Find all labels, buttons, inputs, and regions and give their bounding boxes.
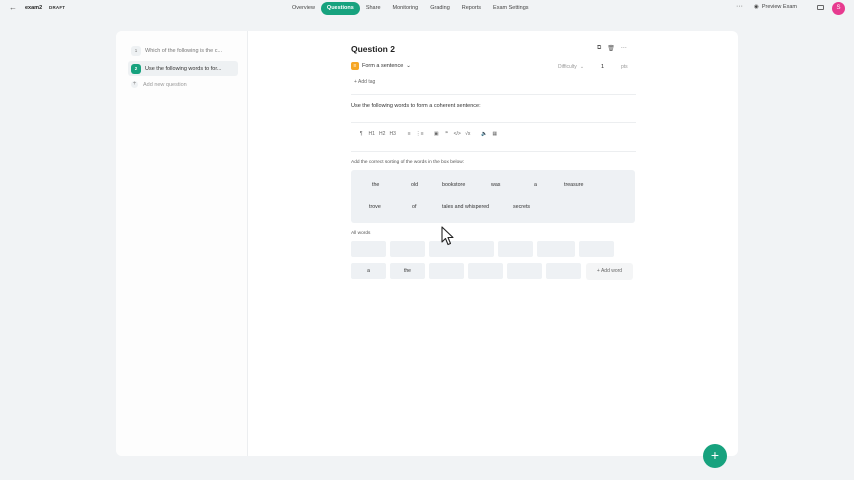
sidebar-question-2[interactable]: 2 Use the following words to for...	[128, 61, 238, 76]
add-word-button[interactable]: + Add word	[586, 263, 633, 280]
h2-icon[interactable]: H2	[377, 131, 388, 137]
points-unit: pts	[621, 64, 628, 70]
divider	[351, 94, 636, 95]
points-input[interactable]: 1	[601, 64, 604, 70]
word-chip[interactable]	[351, 241, 386, 257]
status-badge: DRAFT	[49, 5, 66, 10]
sorted-word[interactable]: treasure	[564, 182, 583, 188]
question-editor-card: 1 Which of the following is the c... 2 U…	[116, 31, 738, 456]
word-chip[interactable]: the	[390, 263, 425, 279]
question-title: Question 2	[351, 44, 395, 54]
difficulty-select[interactable]: Difficulty ⌄	[558, 64, 584, 70]
tab-monitoring[interactable]: Monitoring	[387, 2, 425, 15]
question-number: 1	[131, 45, 141, 56]
sorted-word[interactable]: bookstore	[442, 182, 465, 188]
word-chip[interactable]	[507, 263, 542, 279]
main-nav: Overview Questions Share Monitoring Grad…	[286, 2, 535, 15]
tab-reports[interactable]: Reports	[456, 2, 487, 15]
word-chip[interactable]: a	[351, 263, 386, 279]
sidebar-question-1[interactable]: 1 Which of the following is the c...	[128, 43, 238, 58]
word-chip[interactable]	[546, 263, 581, 279]
arrow-left-icon[interactable]: ←	[9, 3, 19, 13]
top-bar: ← exam2 DRAFT Overview Questions Share M…	[0, 0, 854, 17]
mouse-cursor-icon	[441, 226, 454, 246]
word-chip[interactable]	[429, 241, 494, 257]
text-icon[interactable]: ¶	[356, 131, 367, 137]
preview-label: Preview Exam	[761, 4, 797, 10]
tab-grading[interactable]: Grading	[424, 2, 456, 15]
preview-exam-button[interactable]: ◉ Preview Exam	[754, 4, 797, 10]
divider	[351, 122, 636, 123]
question-actions: ⧉ 🗑 ···	[597, 45, 627, 52]
sort-instructions: Add the correct sorting of the words in …	[351, 160, 465, 165]
word-chip[interactable]	[498, 241, 533, 257]
add-question-button[interactable]: + Add new question	[131, 81, 187, 88]
bullet-list-icon[interactable]: ≡	[404, 131, 415, 137]
chevron-down-icon: ⌄	[579, 64, 585, 70]
more-icon[interactable]: ···	[621, 45, 627, 52]
chevron-down-icon: ⌄	[406, 63, 411, 69]
word-chip[interactable]	[579, 241, 614, 257]
sorted-word[interactable]: a	[534, 182, 537, 188]
sorted-word[interactable]: secrets	[513, 204, 530, 210]
eye-icon: ◉	[754, 4, 759, 10]
exam-name: exam2	[25, 5, 43, 11]
h3-icon[interactable]: H3	[388, 131, 399, 137]
word-chip[interactable]	[390, 241, 425, 257]
trash-icon[interactable]: 🗑	[607, 45, 615, 52]
table-icon[interactable]: ▦	[490, 131, 501, 137]
all-words-label: All words	[351, 231, 371, 236]
editor-toolbar: ¶ H1 H2 H3 ≡ ⋮≡ ▣ ❞ </> √x 🔈 ▦	[356, 131, 500, 137]
duplicate-icon[interactable]: ⧉	[597, 45, 601, 52]
sorted-word[interactable]: old	[411, 182, 418, 188]
sorted-word[interactable]: the	[372, 182, 379, 188]
divider	[351, 151, 636, 152]
sorted-word[interactable]: trove	[369, 204, 381, 210]
formula-icon[interactable]: √x	[463, 131, 474, 137]
plus-icon: +	[131, 81, 138, 88]
mail-icon[interactable]	[817, 5, 824, 10]
question-type-select[interactable]: ≡ Form a sentence ⌄	[351, 62, 411, 70]
tab-overview[interactable]: Overview	[286, 2, 321, 15]
numbered-list-icon[interactable]: ⋮≡	[415, 131, 426, 137]
sentence-type-icon: ≡	[351, 62, 359, 70]
question-type-label: Form a sentence	[362, 63, 404, 69]
sorted-word[interactable]: of	[412, 204, 416, 210]
quote-icon[interactable]: ❞	[442, 131, 453, 137]
difficulty-label: Difficulty	[558, 64, 577, 70]
answer-drop-zone[interactable]: the old bookstore was a treasure trove o…	[351, 170, 635, 223]
more-options-icon[interactable]: ···	[736, 3, 743, 10]
word-chip[interactable]	[429, 263, 464, 279]
question-number: 2	[131, 63, 141, 74]
word-chip[interactable]	[537, 241, 575, 257]
tab-exam-settings[interactable]: Exam Settings	[487, 2, 534, 15]
sorted-word[interactable]: was	[491, 182, 500, 188]
question-title: Use the following words to for...	[145, 65, 222, 72]
sorted-word[interactable]: tales and whispered	[442, 204, 489, 210]
add-fab-button[interactable]: +	[703, 444, 727, 468]
h1-icon[interactable]: H1	[367, 131, 378, 137]
question-prompt[interactable]: Use the following words to form a cohere…	[351, 103, 481, 109]
avatar[interactable]: S	[832, 2, 845, 15]
image-icon[interactable]: ▣	[431, 131, 442, 137]
tab-share[interactable]: Share	[360, 2, 387, 15]
word-chip[interactable]	[468, 263, 503, 279]
question-title: Which of the following is the c...	[145, 47, 223, 54]
tab-questions[interactable]: Questions	[320, 2, 360, 15]
question-sidebar: 1 Which of the following is the c... 2 U…	[116, 31, 248, 456]
add-tag-button[interactable]: + Add tag	[354, 79, 375, 85]
add-question-label: Add new question	[143, 81, 187, 88]
code-icon[interactable]: </>	[452, 131, 463, 137]
audio-icon[interactable]: 🔈	[479, 131, 490, 137]
